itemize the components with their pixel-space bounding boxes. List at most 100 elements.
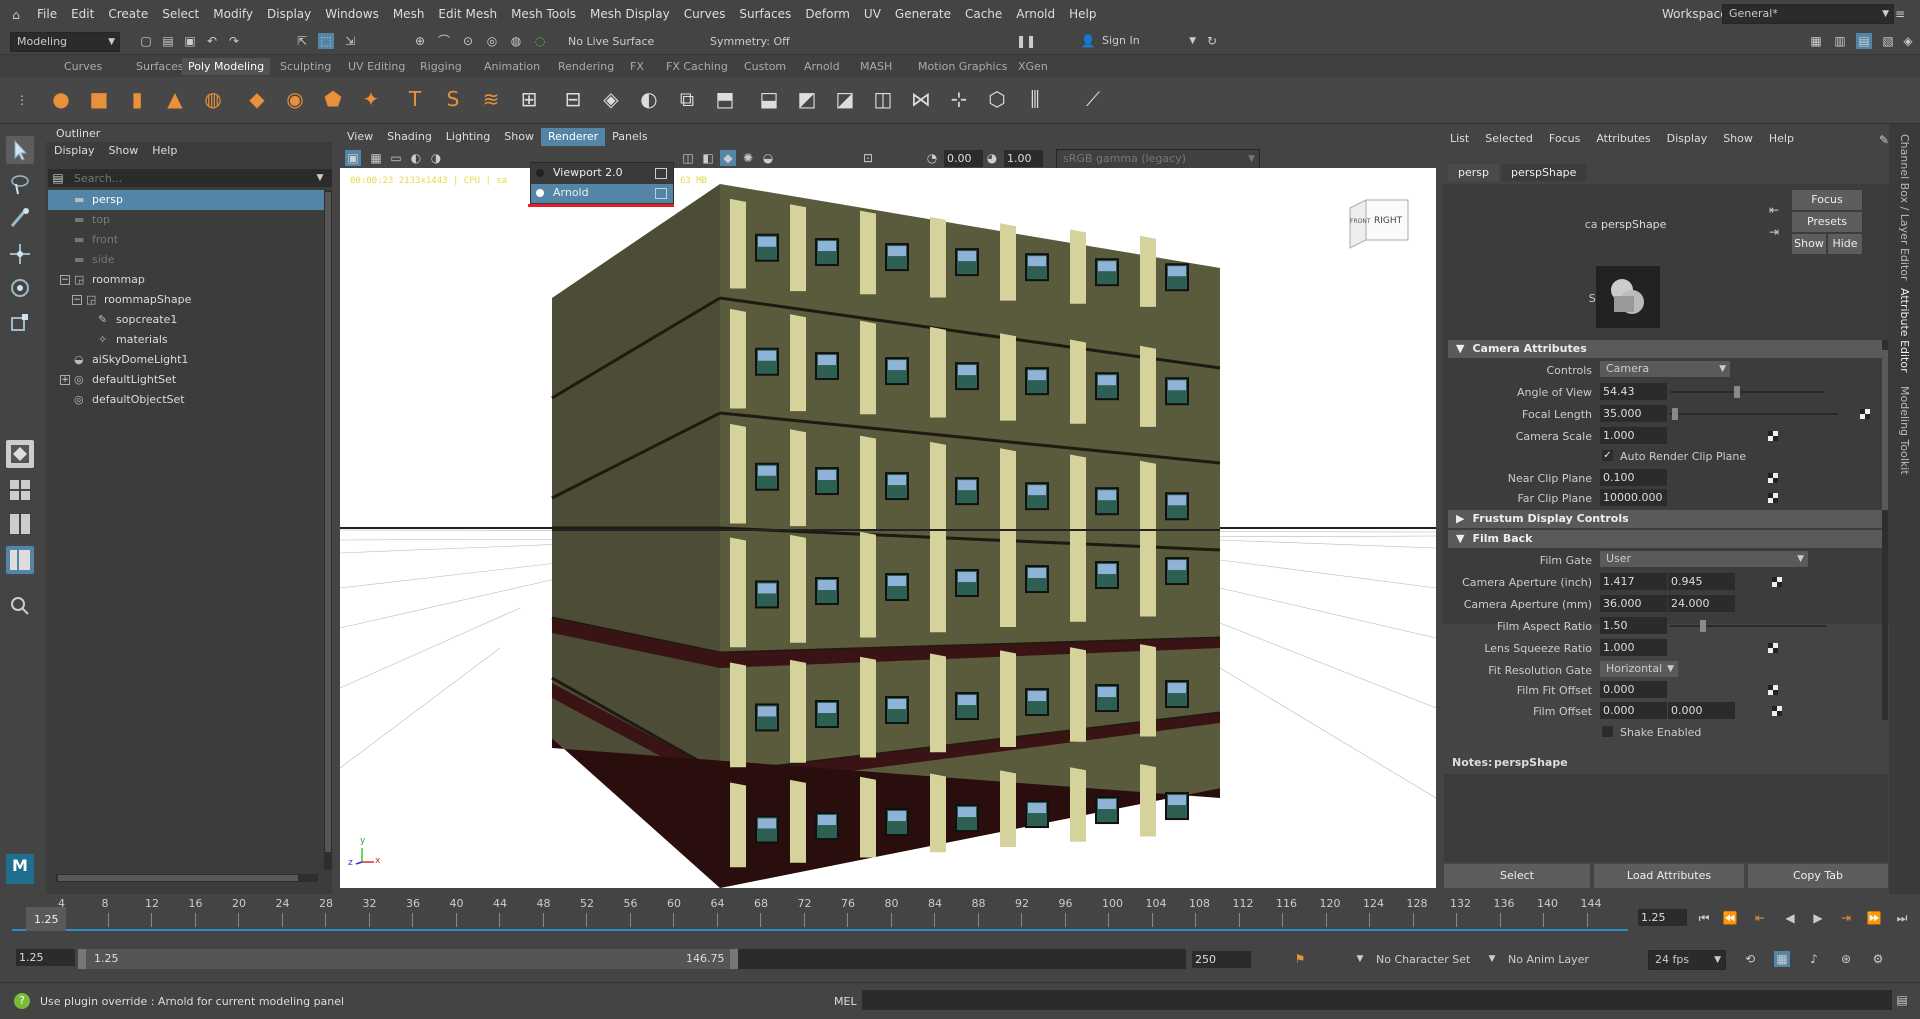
shelf-tab-xgen[interactable]: XGen	[1012, 58, 1054, 75]
shelf-tab-mash[interactable]: MASH	[854, 58, 898, 75]
angle-of-view-knob[interactable]	[1734, 386, 1740, 398]
notes-textarea[interactable]	[1444, 774, 1888, 862]
menu-display[interactable]: Display	[260, 0, 318, 29]
select-component-icon[interactable]: ⇲	[342, 33, 358, 49]
ae-scrollbar[interactable]	[1882, 340, 1888, 720]
new-scene-icon[interactable]: ▢	[138, 33, 154, 49]
film-back-header[interactable]: ▼ Film Back	[1448, 530, 1882, 548]
snap-grid-icon[interactable]: ⊕	[412, 33, 428, 49]
anim-layer-icon[interactable]: ▼	[1484, 951, 1500, 967]
expand-icon[interactable]: +	[60, 375, 70, 385]
filter-icon[interactable]: ▤	[50, 170, 66, 186]
lasso-tool-icon[interactable]	[6, 170, 34, 198]
outliner-item-defaultlightset[interactable]: + ◎ defaultLightSet	[48, 370, 324, 390]
cube-icon[interactable]: ■	[86, 86, 112, 112]
extrude-icon[interactable]: ⬒	[712, 86, 738, 112]
lights-icon[interactable]: ✺	[740, 150, 756, 166]
channel-box-tab[interactable]: Channel Box / Layer Editor	[1898, 134, 1911, 281]
sweep-icon[interactable]: ≋	[478, 86, 504, 112]
viewport-menu-view[interactable]: View	[340, 128, 380, 146]
audio-icon[interactable]: ♪	[1806, 951, 1822, 967]
outliner-item-side[interactable]: ▬ side	[48, 250, 324, 270]
ae-tab-persp[interactable]: persp	[1448, 164, 1499, 181]
key-icon[interactable]	[1768, 643, 1778, 653]
key-marker-icon[interactable]: ⚑	[1292, 951, 1308, 967]
gamma-field[interactable]: 1.00	[1004, 150, 1043, 167]
snap-surface-icon[interactable]: ◍	[508, 33, 524, 49]
bool-icon[interactable]: ◐	[636, 86, 662, 112]
ae-tab-perspshape[interactable]: perspShape	[1501, 164, 1587, 181]
quad-draw-icon[interactable]: ⬡	[984, 86, 1010, 112]
symmetry-label[interactable]: Symmetry: Off	[710, 35, 790, 48]
camera-attributes-header[interactable]: ▼ Camera Attributes	[1448, 340, 1882, 358]
sphere-icon[interactable]: ●	[48, 86, 74, 112]
fps-dropdown[interactable]: 24 fps ▼	[1648, 950, 1726, 970]
open-scene-icon[interactable]: ▤	[160, 33, 176, 49]
loop-icon[interactable]: ⟲	[1742, 951, 1758, 967]
menu-modify[interactable]: Modify	[206, 0, 260, 29]
cylinder-icon[interactable]: ▮	[124, 86, 150, 112]
key-icon[interactable]	[1772, 577, 1782, 587]
panel-toggle-icon[interactable]: ≡	[1892, 6, 1908, 22]
ae-menu-show[interactable]: Show	[1723, 132, 1753, 145]
insert-loop-icon[interactable]: ⫼	[1022, 86, 1048, 112]
timeline[interactable]: 4 8 12 16 20 24 28 32 36 40 44 48 52 56 60 64 68 72 76 80 84…	[0, 895, 1920, 941]
focal-length-field[interactable]: 35.000	[1600, 405, 1667, 422]
outliner-layout-icon[interactable]	[6, 546, 34, 574]
controls-dropdown[interactable]: Camera ▼	[1600, 361, 1730, 377]
texture-icon[interactable]: ◑	[428, 150, 444, 166]
outliner-menu-display[interactable]: Display	[54, 144, 95, 157]
play-backward-icon[interactable]: ◀	[1782, 910, 1798, 926]
view-cube-right[interactable]: RIGHT	[1374, 216, 1402, 226]
ae-menu-focus[interactable]: Focus	[1549, 132, 1580, 145]
viewport-menu-panels[interactable]: Panels	[605, 128, 654, 146]
key-icon[interactable]	[1768, 431, 1778, 441]
go-to-start-icon[interactable]: ⏮	[1696, 910, 1712, 926]
shelf-tab-surfaces[interactable]: Surfaces	[130, 58, 190, 75]
load-attributes-button[interactable]: Load Attributes	[1594, 864, 1744, 888]
menu-create[interactable]: Create	[101, 0, 155, 29]
film-gate-dropdown[interactable]: User ▼	[1600, 551, 1808, 567]
shelf-tab-uv-editing[interactable]: UV Editing	[342, 58, 411, 75]
search-icon[interactable]	[6, 592, 34, 620]
fit-resolution-gate-dropdown[interactable]: Horizontal ▼	[1600, 661, 1678, 677]
layout-icon[interactable]: ▥	[1832, 33, 1848, 49]
outliner-item-roommapshape[interactable]: − ◲ roommapShape	[48, 290, 324, 310]
copy-tab-button[interactable]: Copy Tab	[1748, 864, 1888, 888]
two-layout-icon[interactable]	[6, 510, 34, 538]
sign-in-dropdown[interactable]: Sign In ▼	[1096, 32, 1200, 50]
shadows-icon[interactable]: ◒	[760, 150, 776, 166]
plane-icon[interactable]: ◆	[244, 86, 270, 112]
key-icon[interactable]	[1768, 493, 1778, 503]
film-aspect-knob[interactable]	[1700, 620, 1706, 632]
animation-prefs-icon[interactable]: ⊛	[1838, 951, 1854, 967]
smooth-shade-icon[interactable]: ◧	[700, 150, 716, 166]
ae-menu-list[interactable]: List	[1450, 132, 1469, 145]
shelf-tab-animation[interactable]: Animation	[478, 58, 546, 75]
focal-length-slider[interactable]	[1670, 413, 1838, 415]
render-setup-icon[interactable]: ▦	[1808, 33, 1824, 49]
menu-deform[interactable]: Deform	[798, 0, 857, 29]
menu-generate[interactable]: Generate	[888, 0, 958, 29]
option-box-icon[interactable]	[655, 168, 667, 179]
multicut-icon[interactable]: ⋈	[908, 86, 934, 112]
undo-icon[interactable]: ↶	[204, 33, 220, 49]
bevel-icon[interactable]: ◩	[794, 86, 820, 112]
shelf-tab-sculpting[interactable]: Sculpting	[274, 58, 337, 75]
step-forward-key-icon[interactable]: ⏩	[1866, 910, 1882, 926]
shelf-tab-rigging[interactable]: Rigging	[414, 58, 468, 75]
select-button[interactable]: Select	[1444, 864, 1590, 888]
menu-mesh[interactable]: Mesh	[386, 0, 432, 29]
gamma-icon[interactable]: ◕	[984, 150, 1000, 166]
current-frame-field[interactable]: 1.25	[1638, 909, 1687, 926]
camera-select-icon[interactable]: ▣	[345, 150, 361, 166]
shake-enabled-checkbox[interactable]	[1602, 726, 1613, 737]
menu-file[interactable]: File	[30, 0, 64, 29]
film-offset-y-field[interactable]: 0.000	[1668, 702, 1735, 719]
wireframe-icon[interactable]: ◫	[680, 150, 696, 166]
film-aspect-slider[interactable]	[1670, 625, 1826, 627]
range-handle-start[interactable]	[78, 949, 86, 969]
step-back-key-icon[interactable]: ⏪	[1722, 910, 1738, 926]
camera-output-icon[interactable]: ⇥	[1766, 224, 1782, 240]
menu-edit[interactable]: Edit	[64, 0, 101, 29]
